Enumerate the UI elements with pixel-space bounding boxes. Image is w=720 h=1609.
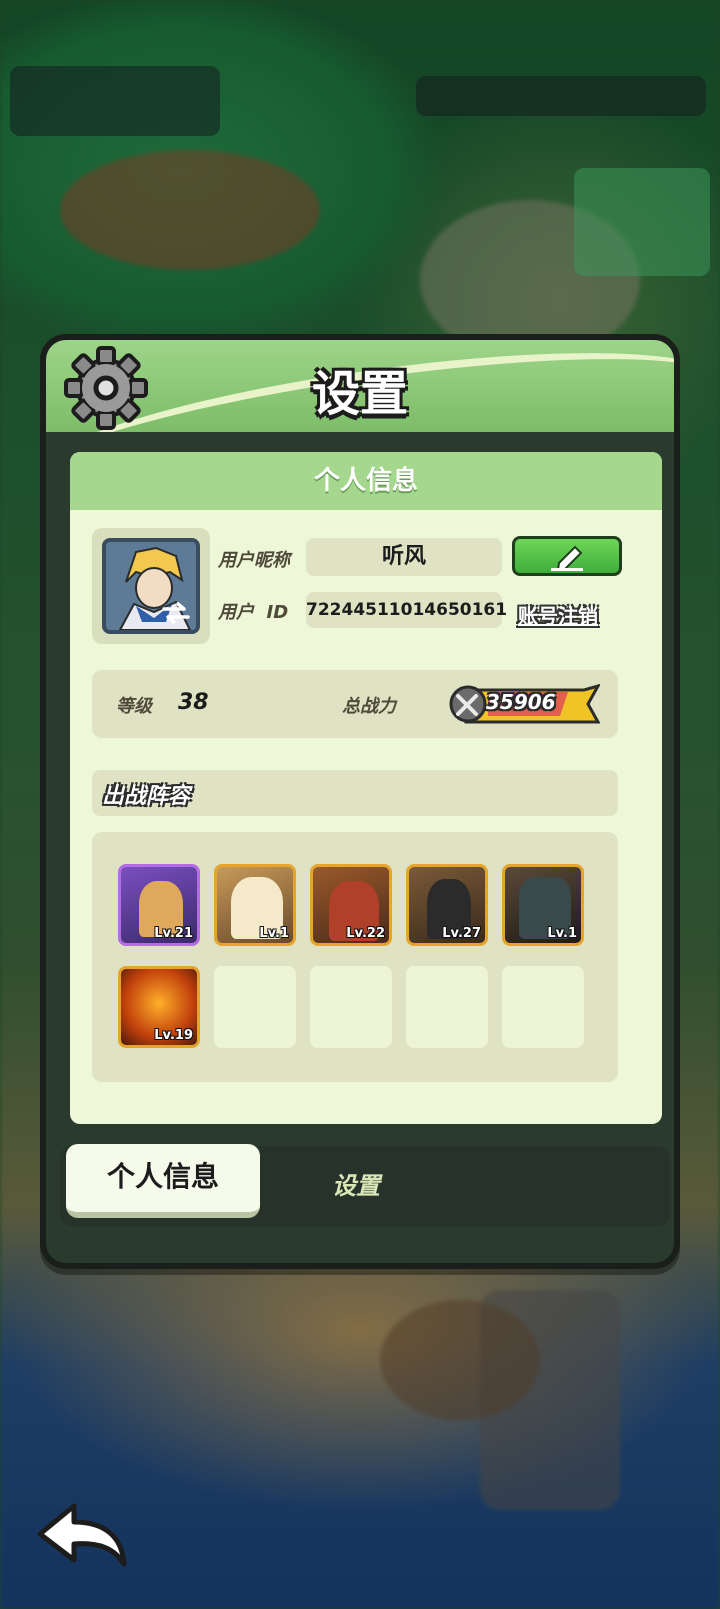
level-value: 38: [178, 690, 209, 715]
personal-info-heading: 个人信息: [70, 452, 662, 510]
hero-level: Lv.19: [154, 1028, 193, 1043]
hero-level: Lv.22: [346, 926, 385, 941]
power-label: 总战力: [342, 696, 396, 717]
nickname-field: 听风: [306, 538, 502, 576]
nickname-label: 用户昵称: [218, 550, 290, 571]
tab-settings[interactable]: 设置: [332, 1166, 380, 1201]
empty-slot[interactable]: [406, 966, 488, 1048]
back-arrow-icon[interactable]: [34, 1500, 130, 1570]
hero-slot-3[interactable]: Lv.22: [310, 864, 392, 946]
stats-bar: 等级 38 总战力 35906: [92, 670, 618, 738]
user-id-field: 72244511014650161: [306, 592, 507, 628]
account-cancel-link[interactable]: 账号注销: [518, 600, 598, 629]
hero-level: Lv.1: [547, 926, 577, 941]
hero-slot-2[interactable]: Lv.1: [214, 864, 296, 946]
hero-level: Lv.21: [154, 926, 193, 941]
empty-slot[interactable]: [502, 966, 584, 1048]
hero-slot-6[interactable]: Lv.19: [118, 966, 200, 1048]
empty-slot[interactable]: [214, 966, 296, 1048]
power-value: 35906: [486, 690, 556, 714]
hud-player-bar: [10, 66, 220, 136]
user-id-label: 用户 ID: [218, 602, 289, 623]
hero-slot-1[interactable]: Lv.21: [118, 864, 200, 946]
pencil-icon: [551, 545, 583, 572]
lineup-header: 出战阵容: [92, 770, 618, 816]
user-id-value: 72244511014650161: [306, 600, 508, 620]
personal-info-card: 个人信息 用户昵称 听风 用户 ID 72244511014650161 账号注…: [70, 452, 662, 1124]
gear-icon: [64, 346, 148, 430]
lineup-title: 出战阵容: [102, 784, 191, 809]
hud-minimap: [574, 168, 710, 276]
avatar[interactable]: [102, 538, 200, 634]
hero-slot-4[interactable]: Lv.27: [406, 864, 488, 946]
hero-slot-5[interactable]: Lv.1: [502, 864, 584, 946]
hero-level: Lv.27: [442, 926, 481, 941]
level-label: 等级: [116, 696, 152, 717]
empty-slot[interactable]: [310, 966, 392, 1048]
panel-tabs: 个人信息 设置: [60, 1144, 670, 1226]
nickname-value: 听风: [381, 544, 426, 569]
hero-level: Lv.1: [259, 926, 289, 941]
avatar-frame[interactable]: [92, 528, 210, 644]
tab-personal-info[interactable]: 个人信息: [66, 1144, 260, 1218]
swap-icon[interactable]: [162, 602, 190, 624]
hud-currency-bar: [416, 76, 706, 116]
lineup-grid: Lv.21 Lv.1 Lv.22 Lv.27 Lv.1 Lv.19: [92, 832, 618, 1082]
edit-nickname-button[interactable]: [512, 536, 622, 576]
settings-panel: 设置 个人信息 用户昵称 听风 用户 ID 72244511014650161 …: [40, 334, 680, 1269]
